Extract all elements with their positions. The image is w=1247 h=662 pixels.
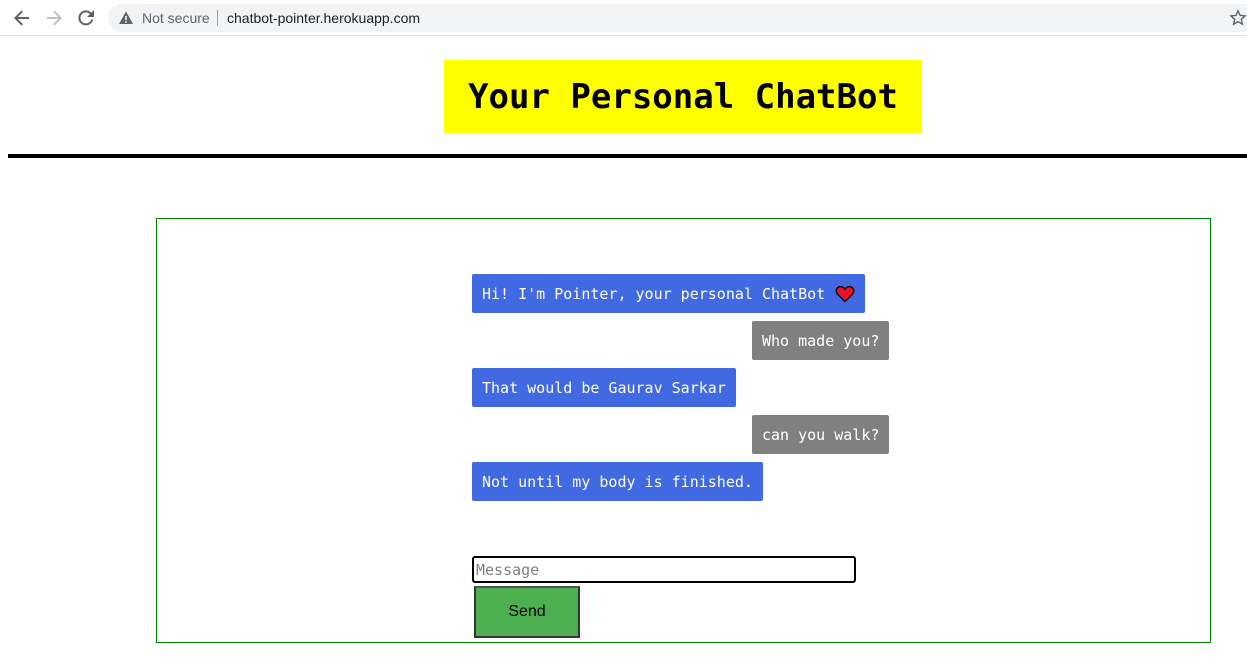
address-bar[interactable]: Not secure chatbot-pointer.herokuapp.com [108,4,1247,32]
reload-icon [78,10,94,26]
send-button[interactable]: Send [474,586,580,638]
heart-icon [835,285,855,302]
forward-button[interactable] [42,6,66,30]
page-title-banner: Your Personal ChatBot [444,60,922,133]
bot-message: That would be Gaurav Sarkar [472,368,736,407]
message-text: Who made you? [762,331,880,350]
bot-message: Not until my body is finished. [472,462,763,501]
page-title: Your Personal ChatBot [468,76,898,117]
arrow-right-icon [47,10,62,26]
reload-button[interactable] [74,6,98,30]
omnibox-divider [217,10,218,26]
bookmark-star-icon[interactable] [1229,9,1247,27]
message-text: can you walk? [762,425,880,444]
browser-toolbar: Not secure chatbot-pointer.herokuapp.com [0,0,1247,36]
message-text: Hi! I'm Pointer, your personal ChatBot [482,284,826,303]
url-text: chatbot-pointer.herokuapp.com [227,10,421,26]
message-text: Not until my body is finished. [482,472,753,491]
bot-message: Hi! I'm Pointer, your personal ChatBot [472,274,866,313]
back-button[interactable] [10,6,34,30]
arrow-left-icon [14,10,29,26]
user-message: Who made you? [752,321,890,360]
user-message: can you walk? [752,415,890,454]
warning-icon [119,11,133,24]
header-divider [8,154,1247,158]
message-input[interactable] [472,556,856,583]
security-label: Not secure [142,10,210,26]
message-text: That would be Gaurav Sarkar [482,378,726,397]
chat-container: Hi! I'm Pointer, your personal ChatBot W… [156,218,1211,643]
